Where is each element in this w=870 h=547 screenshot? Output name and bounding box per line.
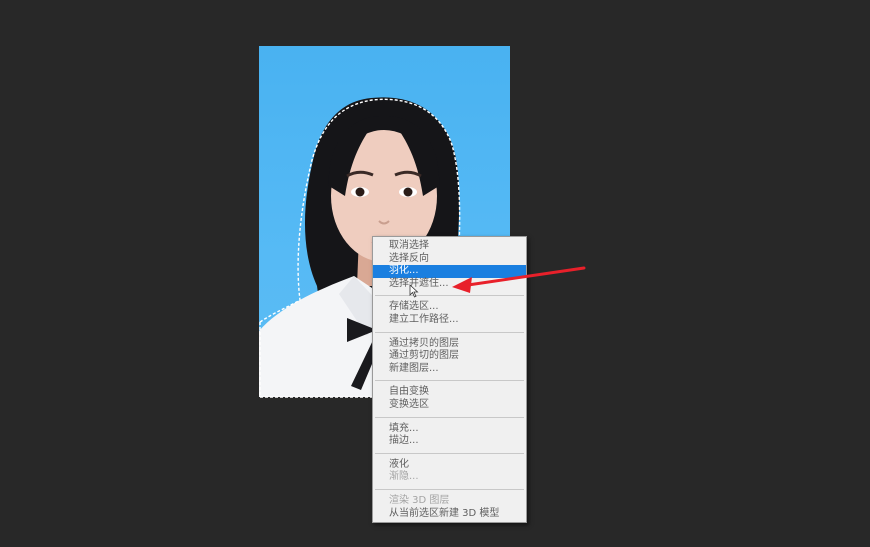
cursor-arrow-icon — [409, 284, 419, 298]
menu-item-new-3d-model-from-selection[interactable]: 从当前选区新建 3D 模型 — [373, 508, 526, 521]
menu-item-select-inverse[interactable]: 选择反向 — [373, 253, 526, 266]
menu-group-selection: 取消选择 选择反向 羽化... 选择并遮住... — [373, 240, 526, 290]
menu-item-deselect[interactable]: 取消选择 — [373, 240, 526, 253]
menu-item-transform-selection[interactable]: 变换选区 — [373, 399, 526, 412]
menu-item-make-work-path[interactable]: 建立工作路径... — [373, 314, 526, 327]
menu-item-select-and-mask[interactable]: 选择并遮住... — [373, 278, 526, 291]
menu-item-render-3d-layer[interactable]: 渲染 3D 图层 — [373, 495, 526, 508]
menu-group-save: 存储选区... 建立工作路径... — [373, 301, 526, 326]
menu-separator — [375, 488, 524, 490]
menu-separator — [375, 331, 524, 333]
menu-item-layer-via-copy[interactable]: 通过拷贝的图层 — [373, 338, 526, 351]
menu-separator — [375, 452, 524, 454]
menu-item-free-transform[interactable]: 自由变换 — [373, 386, 526, 399]
menu-group-3d: 渲染 3D 图层 从当前选区新建 3D 模型 — [373, 495, 526, 520]
menu-item-new-layer[interactable]: 新建图层... — [373, 363, 526, 376]
menu-item-liquify[interactable]: 液化 — [373, 459, 526, 472]
menu-item-layer-via-cut[interactable]: 通过剪切的图层 — [373, 350, 526, 363]
menu-group-transform: 自由变换 变换选区 — [373, 386, 526, 411]
menu-group-layers: 通过拷贝的图层 通过剪切的图层 新建图层... — [373, 338, 526, 376]
document-canvas[interactable]: 取消选择 选择反向 羽化... 选择并遮住... 存储选区... 建立工作路径.… — [0, 0, 870, 547]
menu-item-save-selection[interactable]: 存储选区... — [373, 301, 526, 314]
menu-group-fill: 填充... 描边... — [373, 423, 526, 448]
menu-separator — [375, 295, 524, 297]
menu-group-filters: 液化 渐隐... — [373, 459, 526, 484]
menu-item-fill[interactable]: 填充... — [373, 423, 526, 436]
menu-separator — [375, 416, 524, 418]
selection-context-menu[interactable]: 取消选择 选择反向 羽化... 选择并遮住... 存储选区... 建立工作路径.… — [372, 236, 527, 523]
menu-separator — [375, 380, 524, 382]
menu-item-stroke[interactable]: 描边... — [373, 435, 526, 448]
menu-item-feather[interactable]: 羽化... — [373, 265, 526, 278]
menu-item-fade[interactable]: 渐隐... — [373, 471, 526, 484]
